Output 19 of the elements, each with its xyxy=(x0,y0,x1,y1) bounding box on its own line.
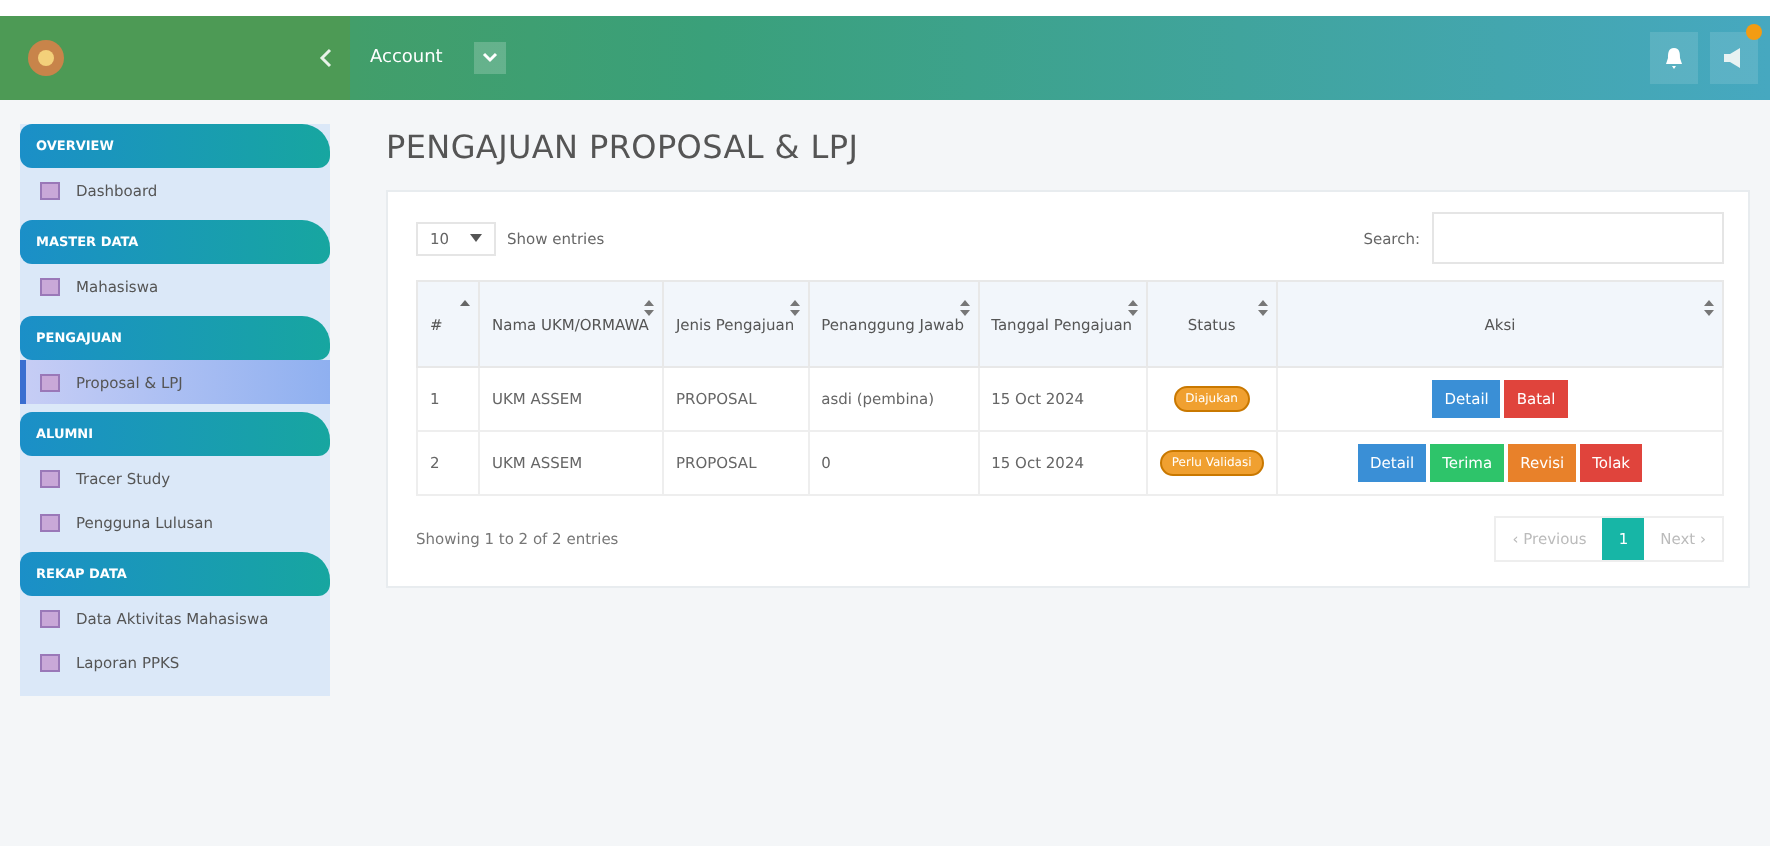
megaphone-icon xyxy=(1722,46,1746,70)
page-icon xyxy=(40,513,60,531)
page-title: PENGAJUAN PROPOSAL & LPJ xyxy=(386,128,861,166)
page-icon xyxy=(40,277,60,295)
page-icon xyxy=(40,373,60,391)
bell-icon xyxy=(1664,46,1684,70)
dropdown-button[interactable] xyxy=(474,42,507,74)
chevron-left-icon[interactable] xyxy=(318,48,334,68)
logo-icon xyxy=(24,38,68,78)
page-icon xyxy=(40,653,60,671)
account-menu[interactable]: Account xyxy=(370,48,443,68)
page-icon xyxy=(40,469,60,487)
search-field[interactable] xyxy=(1432,212,1724,264)
page-icon xyxy=(40,181,60,199)
notification-dot xyxy=(1746,24,1762,40)
notification-button[interactable] xyxy=(1650,32,1698,84)
caret-icon xyxy=(469,234,482,242)
page-icon xyxy=(40,609,60,627)
caret-icon xyxy=(482,52,499,64)
